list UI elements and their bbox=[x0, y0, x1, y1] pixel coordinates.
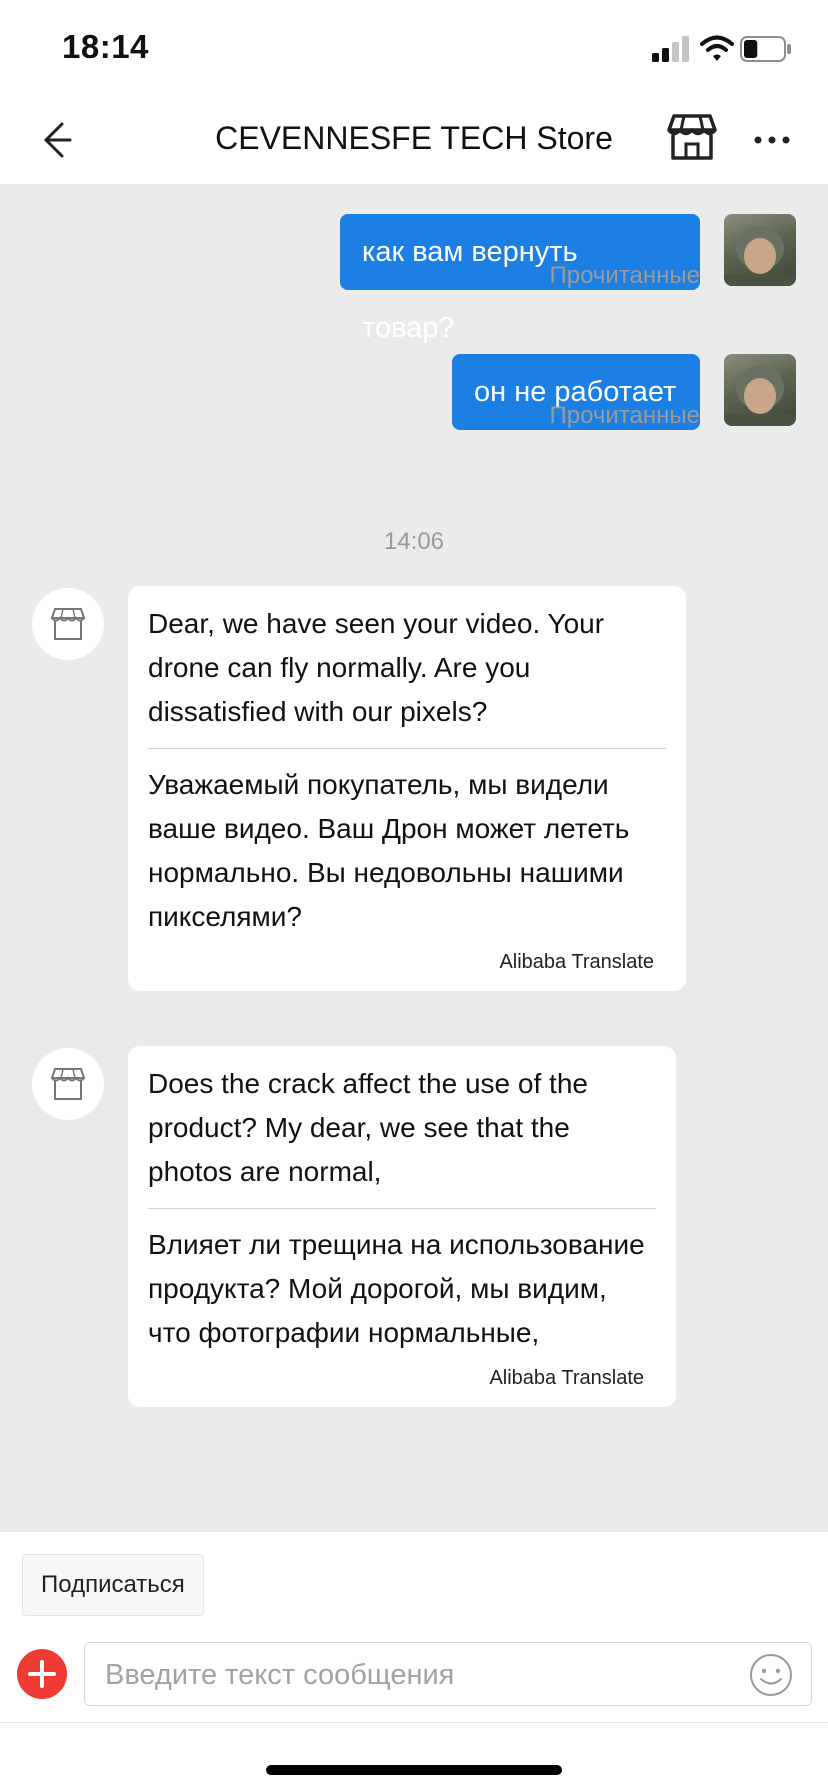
storefront-icon bbox=[50, 608, 86, 640]
message-input[interactable] bbox=[103, 1643, 727, 1707]
more-dots-icon[interactable] bbox=[748, 116, 796, 164]
wifi-icon bbox=[700, 35, 734, 61]
read-status: Прочитанные bbox=[549, 262, 700, 289]
emoji-icon[interactable] bbox=[749, 1653, 793, 1697]
message-timestamp: 14:06 bbox=[383, 528, 445, 555]
subscribe-button[interactable]: Подписаться bbox=[22, 1554, 204, 1616]
store-avatar[interactable] bbox=[32, 588, 104, 660]
received-message-bubble[interactable]: Does the crack affect the use of the pro… bbox=[128, 1046, 676, 1407]
status-bar: 18:14 bbox=[0, 0, 828, 96]
home-indicator bbox=[266, 1765, 562, 1775]
cellular-signal-icon bbox=[652, 36, 689, 62]
page-title: CEVENNESFE TECH Store bbox=[215, 120, 613, 156]
user-avatar[interactable] bbox=[724, 214, 796, 286]
translated-message-text: Влияет ли трещина на использование проду… bbox=[148, 1229, 645, 1348]
user-avatar[interactable] bbox=[724, 354, 796, 426]
chat-header: CEVENNESFE TECH Store bbox=[0, 96, 828, 184]
translated-message-text: Уважаемый покупатель, мы видели ваше вид… bbox=[148, 769, 630, 932]
battery-icon bbox=[740, 36, 791, 62]
read-status: Прочитанные bbox=[549, 402, 700, 429]
plus-icon[interactable] bbox=[17, 1649, 67, 1699]
original-message-text: Does the crack affect the use of the pro… bbox=[148, 1062, 656, 1209]
original-message-text: Dear, we have seen your video. Your dron… bbox=[148, 602, 666, 749]
arrow-left-icon[interactable] bbox=[32, 116, 80, 164]
status-time: 18:14 bbox=[62, 28, 149, 65]
store-avatar[interactable] bbox=[32, 1048, 104, 1120]
storefront-icon[interactable] bbox=[666, 112, 718, 162]
storefront-icon bbox=[50, 1068, 86, 1100]
translation-source: Alibaba Translate bbox=[489, 1367, 644, 1389]
received-message-bubble[interactable]: Dear, we have seen your video. Your dron… bbox=[128, 586, 686, 991]
message-input-container bbox=[84, 1642, 812, 1707]
footer-divider bbox=[0, 1722, 828, 1723]
translation-source: Alibaba Translate bbox=[499, 951, 654, 973]
chat-message-list[interactable]: как вам вернуть товар? Прочитанные он не… bbox=[0, 184, 828, 1532]
